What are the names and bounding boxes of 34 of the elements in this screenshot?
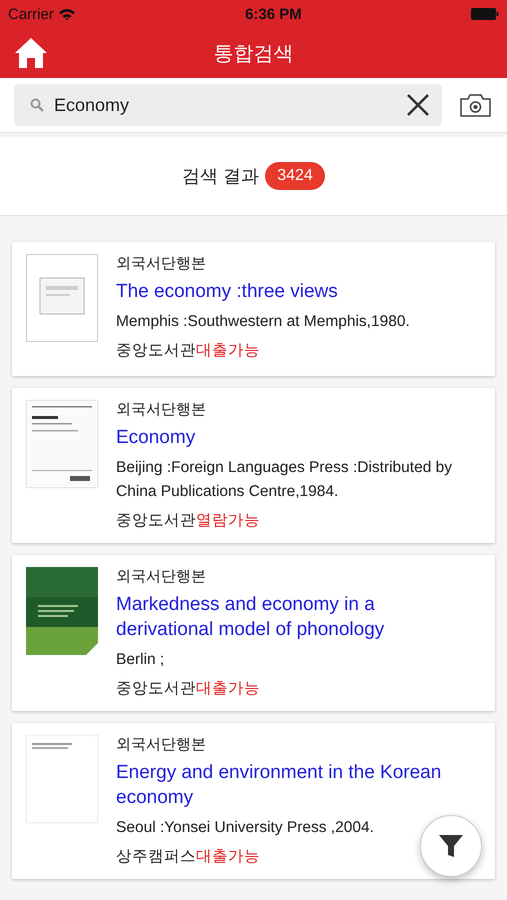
book-title-link[interactable]: Economy: [116, 425, 453, 450]
wifi-icon: [58, 8, 76, 20]
home-icon[interactable]: [14, 37, 48, 69]
result-card[interactable]: 외국서단행본 The economy :three views Memphis :Southwestern at Memphis,1980. 중앙도서관대출가능: [12, 242, 495, 376]
holding-status: 중앙도서관대출가능: [116, 341, 261, 361]
material-type: 외국서단행본: [116, 400, 207, 419]
search-icon: [30, 98, 44, 112]
material-type: 외국서단행본: [116, 735, 207, 754]
publication-text: Berlin ;: [116, 650, 166, 670]
holding-status: 상주캠퍼스대출가능: [116, 847, 261, 867]
no-image-icon: [26, 254, 98, 342]
carrier-label: Carrier: [8, 6, 54, 22]
page-title: 통합검색: [214, 42, 294, 66]
book-title-link[interactable]: Markedness and economy in a derivational model of phonology: [116, 592, 453, 642]
camera-icon[interactable]: [460, 94, 491, 116]
filter-icon: [438, 833, 464, 859]
result-card[interactable]: 외국서단행본 Markedness and economy in a derivational model of phonology Berlin ; 중앙도서관대출가능: [12, 555, 495, 711]
material-type: 외국서단행본: [116, 567, 207, 586]
battery-icon: [470, 8, 499, 20]
result-card[interactable]: 외국서단행본 Economy Beijing :Foreign Languages Press :Distributed by China Publications Centre,1984. 중앙도서관열람가능: [12, 388, 495, 543]
publication-text: Seoul :Yonsei University Press ,2004.: [116, 818, 375, 838]
holding-status: 중앙도서관대출가능: [116, 679, 261, 699]
result-card[interactable]: 외국서단행본 Energy and environment in the Korean economy Seoul :Yonsei University Press ,2004. 상주캠퍼스대출가능: [12, 723, 495, 879]
clock-time: 6:36 PM: [245, 6, 302, 22]
book-title-link[interactable]: The economy :three views: [116, 279, 453, 304]
publication-text: Beijing :Foreign Languages Press :Distributed by China Publications Centre,1984.: [116, 458, 453, 502]
publication-text: Memphis :Southwestern at Memphis,1980.: [116, 312, 411, 332]
material-type: 외국서단행본: [116, 254, 207, 273]
clear-icon[interactable]: [406, 93, 430, 117]
results-count-badge: 3424: [265, 162, 325, 190]
holding-status: 중앙도서관열람가능: [116, 511, 261, 531]
search-field[interactable]: Economy: [14, 84, 442, 126]
book-title-link[interactable]: Energy and environment in the Korean economy: [116, 760, 453, 810]
results-label: 검색 결과: [182, 165, 260, 188]
